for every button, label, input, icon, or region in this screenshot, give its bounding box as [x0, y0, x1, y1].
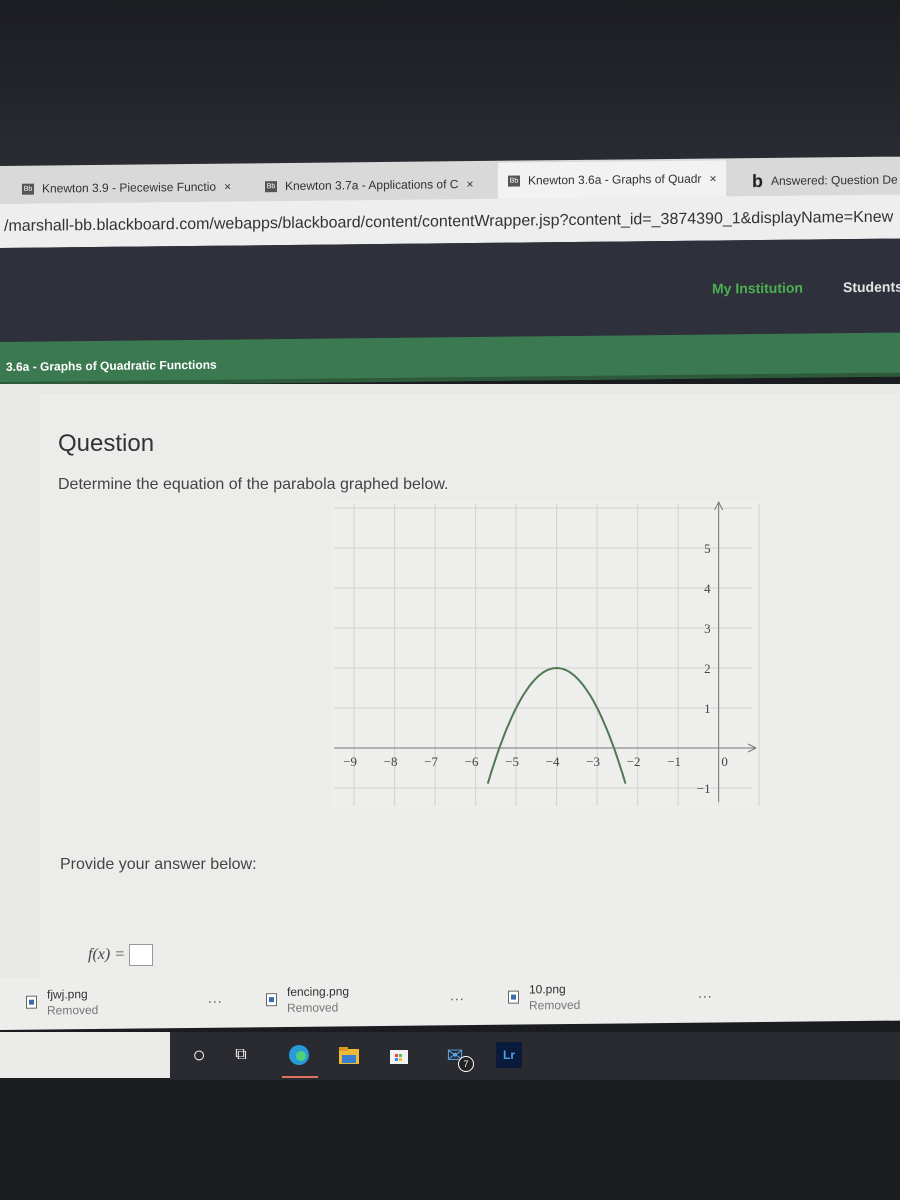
download-more-button[interactable]: ...: [208, 990, 223, 1006]
downloads-bar: fjwj.png Removed ... fencing.png Removed .…: [0, 968, 900, 1030]
nav-my-institution[interactable]: My Institution: [712, 280, 803, 297]
blackboard-icon: Bb: [508, 175, 520, 187]
breadcrumb-title[interactable]: 3.6a - Graphs of Quadratic Functions: [6, 358, 217, 374]
y-tick-label: 2: [704, 661, 711, 676]
blackboard-header: My Institution Students: [0, 238, 900, 348]
parabola-graph: −9 −8 −7 −6 −5 −4 −3 −2 −1 0 5 4 3 2 1 −1: [330, 500, 760, 810]
x-tick-label: −5: [505, 754, 519, 769]
download-status: Removed: [47, 1002, 99, 1018]
download-status: Removed: [287, 1000, 339, 1015]
edge-icon[interactable]: [286, 1042, 312, 1068]
download-filename: 10.png: [529, 982, 566, 997]
blackboard-icon: Bb: [265, 180, 277, 192]
tab-label: Answered: Question De: [771, 172, 898, 188]
x-tick-label: −6: [465, 754, 479, 769]
y-tick-label: 5: [704, 541, 711, 556]
mail-badge: 7: [458, 1056, 474, 1072]
tab-knewton-3-7a[interactable]: Bb Knewton 3.7a - Applications of C ×: [265, 169, 473, 201]
x-tick-label: −7: [424, 754, 438, 769]
download-more-button[interactable]: ...: [450, 987, 465, 1003]
file-image-icon: [508, 990, 519, 1004]
tab-knewton-3-6a[interactable]: Bb Knewton 3.6a - Graphs of Quadr ×: [498, 160, 727, 199]
answer-prefix: f(x) =: [88, 946, 125, 963]
file-explorer-icon[interactable]: [336, 1042, 362, 1068]
lightroom-icon[interactable]: Lr: [496, 1042, 522, 1068]
close-icon[interactable]: ×: [224, 180, 231, 194]
x-tick-label: 0: [721, 754, 728, 769]
download-item[interactable]: fencing.png Removed: [266, 984, 349, 1015]
file-image-icon: [26, 995, 37, 1009]
y-tick-label: 3: [704, 621, 711, 636]
active-app-indicator: [282, 1076, 318, 1078]
x-tick-label: −1: [667, 754, 681, 769]
x-tick-label: −3: [586, 754, 600, 769]
x-tick-label: −2: [627, 754, 641, 769]
y-tick-label: 1: [704, 701, 711, 716]
question-heading: Question: [58, 430, 155, 457]
download-status: Removed: [529, 997, 581, 1013]
tab-bartleby[interactable]: b Answered: Question De: [752, 165, 898, 197]
close-icon[interactable]: ×: [709, 171, 716, 185]
tab-label: Knewton 3.6a - Graphs of Quadr: [528, 171, 702, 188]
monitor-bezel-top: [0, 0, 900, 170]
taskbar-left-blank: [0, 1032, 170, 1078]
download-filename: fjwj.png: [47, 987, 88, 1002]
x-tick-label: −8: [384, 754, 398, 769]
bartleby-icon: b: [752, 170, 763, 191]
tab-knewton-3-9[interactable]: Bb Knewton 3.9 - Piecewise Functio ×: [22, 172, 231, 204]
file-image-icon: [266, 993, 277, 1007]
provide-answer-label: Provide your answer below:: [60, 856, 257, 873]
tab-label: Knewton 3.9 - Piecewise Functio: [42, 179, 217, 196]
nav-students[interactable]: Students: [843, 279, 900, 296]
question-prompt: Determine the equation of the parabola g…: [58, 476, 449, 493]
download-more-button[interactable]: ...: [698, 985, 713, 1001]
monitor-bezel-bottom: [0, 1080, 900, 1200]
store-icon[interactable]: [386, 1042, 412, 1068]
x-tick-label: −4: [546, 754, 560, 769]
tab-label: Knewton 3.7a - Applications of C: [285, 177, 459, 194]
download-item[interactable]: fjwj.png Removed: [26, 987, 98, 1018]
download-filename: fencing.png: [287, 984, 350, 999]
y-tick-label: −1: [697, 781, 711, 796]
cortana-search-icon[interactable]: ○: [186, 1042, 212, 1068]
mail-icon[interactable]: ✉ 7: [442, 1042, 474, 1072]
task-view-icon[interactable]: ⧉: [228, 1042, 254, 1068]
download-item[interactable]: 10.png Removed: [508, 982, 580, 1013]
y-tick-label: 4: [704, 581, 711, 596]
answer-row: f(x) =: [88, 944, 153, 966]
windows-taskbar: ○ ⧉ ✉ 7 Lr: [170, 1032, 900, 1080]
answer-input[interactable]: [129, 944, 153, 966]
course-breadcrumb-bar: 3.6a - Graphs of Quadratic Functions: [0, 332, 900, 386]
close-icon[interactable]: ×: [466, 177, 473, 191]
url-text[interactable]: /marshall-bb.blackboard.com/webapps/blac…: [4, 209, 893, 236]
blackboard-icon: Bb: [22, 183, 34, 195]
x-tick-label: −9: [343, 754, 357, 769]
